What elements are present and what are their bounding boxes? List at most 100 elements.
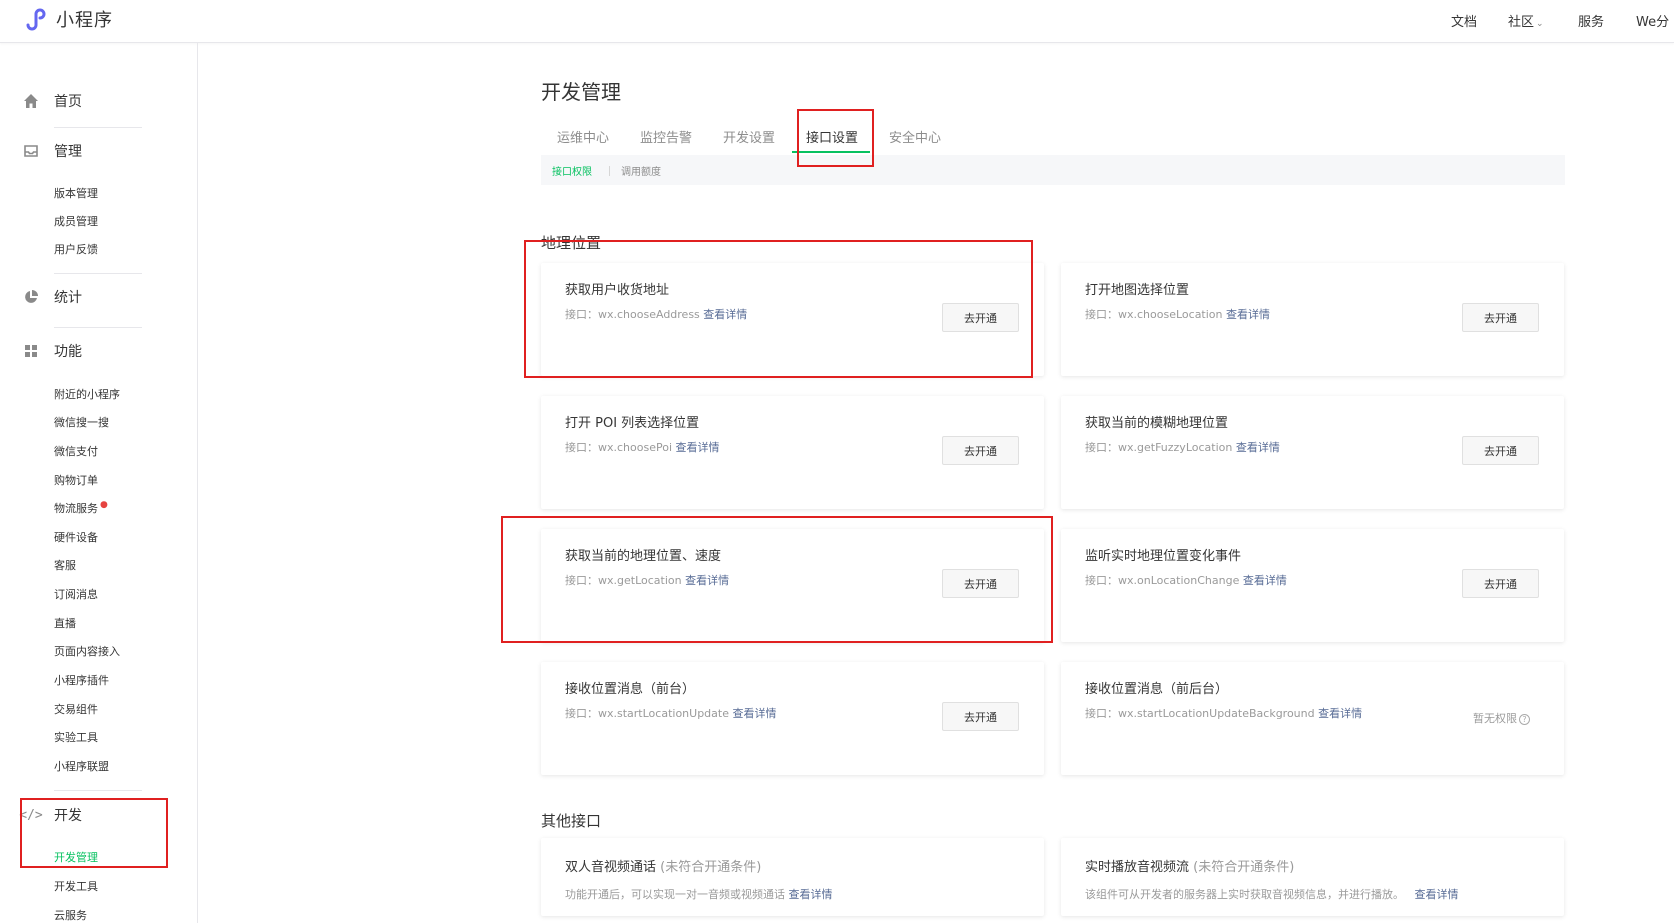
sidebar-item-customer-service[interactable]: 客服 — [54, 557, 76, 573]
sidebar-item-feedback[interactable]: 用户反馈 — [54, 241, 98, 257]
other-api-title: 实时播放音视频流 — [1085, 860, 1190, 875]
sidebar-divider — [54, 273, 142, 274]
nav-docs[interactable]: 文档 — [1451, 11, 1477, 30]
question-icon[interactable]: ? — [1519, 713, 1530, 725]
api-card-title: 打开 POI 列表选择位置 — [565, 416, 700, 431]
sidebar-label-dev: 开发 — [54, 808, 82, 824]
sidebar-item-page-content[interactable]: 页面内容接入 — [54, 643, 120, 659]
view-detail-link[interactable]: 查看详情 — [1415, 888, 1459, 901]
sidebar-divider — [54, 790, 142, 791]
chevron-down-icon: ⌄ — [1536, 19, 1544, 29]
nav-community[interactable]: 社区 ⌄ — [1508, 11, 1544, 30]
api-card: 打开 POI 列表选择位置 接口：wx.choosePoi 查看详情 去开通 — [541, 396, 1044, 509]
view-detail-link[interactable]: 查看详情 — [1318, 707, 1362, 720]
home-icon — [22, 92, 40, 110]
sidebar-item-trade[interactable]: 交易组件 — [54, 701, 98, 717]
open-api-button[interactable]: 去开通 — [942, 569, 1019, 598]
open-api-button[interactable]: 去开通 — [942, 436, 1019, 465]
sidebar-label-logistics: 物流服务 — [54, 502, 98, 515]
api-name: wx.chooseLocation — [1118, 308, 1223, 321]
view-detail-link[interactable]: 查看详情 — [676, 441, 720, 454]
view-detail-link[interactable]: 查看详情 — [703, 308, 747, 321]
api-name: wx.getFuzzyLocation — [1118, 441, 1233, 454]
open-api-button[interactable]: 去开通 — [1462, 569, 1539, 598]
sidebar-item-dev[interactable]: </> 开发 — [19, 805, 82, 825]
code-icon: </> — [19, 807, 43, 823]
api-card-sub: 接口：wx.chooseLocation 查看详情 — [1085, 306, 1270, 322]
subtab-separator — [609, 166, 610, 176]
api-card-sub: 接口：wx.getLocation 查看详情 — [565, 572, 729, 588]
sidebar-item-orders[interactable]: 购物订单 — [54, 472, 98, 488]
sidebar-label-stats: 统计 — [54, 290, 82, 306]
sidebar: 首页 管理 版本管理 成员管理 用户反馈 统计 功能 附近的小程序 微信搜一搜 … — [0, 43, 198, 923]
sidebar-item-search[interactable]: 微信搜一搜 — [54, 414, 109, 430]
view-detail-link[interactable]: 查看详情 — [685, 574, 729, 587]
inbox-icon — [22, 142, 40, 160]
api-name: wx.onLocationChange — [1118, 574, 1240, 587]
sidebar-item-logistics[interactable]: 物流服务 ● — [54, 500, 108, 516]
nav-community-label: 社区 — [1508, 15, 1535, 30]
view-detail-link[interactable]: 查看详情 — [733, 707, 777, 720]
sidebar-item-home[interactable]: 首页 — [22, 91, 82, 111]
sidebar-item-manage[interactable]: 管理 — [22, 141, 82, 161]
sidebar-item-version[interactable]: 版本管理 — [54, 185, 98, 201]
subtab-quota[interactable]: 调用额度 — [621, 163, 661, 178]
sidebar-item-hardware[interactable]: 硬件设备 — [54, 529, 98, 545]
api-card-title: 打开地图选择位置 — [1085, 283, 1190, 298]
nav-wepay[interactable]: We分 — [1636, 11, 1669, 30]
sidebar-item-lab[interactable]: 实验工具 — [54, 729, 98, 745]
api-prefix: 接口： — [565, 574, 598, 587]
open-api-button[interactable]: 去开通 — [1462, 303, 1539, 332]
subtab-api-permission[interactable]: 接口权限 — [552, 163, 592, 178]
tab-dev-settings[interactable]: 开发设置 — [723, 127, 775, 146]
other-api-note: (未符合开通条件) — [1193, 860, 1295, 875]
tab-ops[interactable]: 运维中心 — [557, 127, 609, 146]
sidebar-item-nearby[interactable]: 附近的小程序 — [54, 386, 120, 402]
api-name: wx.startLocationUpdate — [598, 707, 729, 720]
sidebar-item-alliance[interactable]: 小程序联盟 — [54, 758, 109, 774]
tab-monitor[interactable]: 监控告警 — [640, 127, 692, 146]
sidebar-label-features: 功能 — [54, 344, 82, 360]
open-api-button[interactable]: 去开通 — [942, 303, 1019, 332]
api-card: 获取当前的模糊地理位置 接口：wx.getFuzzyLocation 查看详情 … — [1061, 396, 1564, 509]
sidebar-item-plugins[interactable]: 小程序插件 — [54, 672, 109, 688]
sidebar-item-members[interactable]: 成员管理 — [54, 213, 98, 229]
active-tab-indicator — [792, 151, 870, 153]
other-api-card: 实时播放音视频流 (未符合开通条件) 该组件可从开发者的服务器上实时获取音视频信… — [1061, 838, 1564, 916]
sidebar-item-features[interactable]: 功能 — [22, 341, 82, 361]
pie-chart-icon — [22, 288, 40, 306]
tab-security[interactable]: 安全中心 — [889, 127, 941, 146]
api-card: 获取用户收货地址 接口：wx.chooseAddress 查看详情 去开通 — [541, 263, 1044, 376]
other-api-desc-text: 功能开通后，可以实现一对一音频或视频通话 — [565, 888, 785, 901]
other-api-note: (未符合开通条件) — [660, 860, 762, 875]
api-card-title: 接收位置消息（前后台） — [1085, 682, 1229, 697]
view-detail-link[interactable]: 查看详情 — [1226, 308, 1270, 321]
tab-api-settings[interactable]: 接口设置 — [806, 127, 858, 146]
no-permission-status: 暂无权限? — [1473, 710, 1530, 726]
view-detail-link[interactable]: 查看详情 — [789, 888, 833, 901]
nav-service[interactable]: 服务 — [1578, 11, 1604, 30]
sidebar-item-stats[interactable]: 统计 — [22, 287, 82, 307]
sidebar-divider — [54, 327, 142, 328]
other-api-card-title: 双人音视频通话 (未符合开通条件) — [565, 856, 761, 875]
other-api-card-title: 实时播放音视频流 (未符合开通条件) — [1085, 856, 1294, 875]
sidebar-item-cloud[interactable]: 云服务 — [54, 907, 87, 923]
view-detail-link[interactable]: 查看详情 — [1243, 574, 1287, 587]
api-prefix: 接口： — [565, 707, 598, 720]
api-prefix: 接口： — [1085, 308, 1118, 321]
api-card-title: 监听实时地理位置变化事件 — [1085, 549, 1242, 564]
open-api-button[interactable]: 去开通 — [942, 702, 1019, 731]
sidebar-item-dev-manage[interactable]: 开发管理 — [54, 849, 98, 865]
sidebar-item-live[interactable]: 直播 — [54, 615, 76, 631]
other-api-card: 双人音视频通话 (未符合开通条件) 功能开通后，可以实现一对一音频或视频通话 查… — [541, 838, 1044, 916]
api-card: 打开地图选择位置 接口：wx.chooseLocation 查看详情 去开通 — [1061, 263, 1564, 376]
sidebar-item-dev-tools[interactable]: 开发工具 — [54, 878, 98, 894]
sidebar-item-pay[interactable]: 微信支付 — [54, 443, 98, 459]
view-detail-link[interactable]: 查看详情 — [1236, 441, 1280, 454]
open-api-button[interactable]: 去开通 — [1462, 436, 1539, 465]
top-bar: 小程序 文档 社区 ⌄ 服务 We分 — [0, 0, 1674, 43]
logo[interactable]: 小程序 — [22, 5, 113, 33]
sidebar-item-subscribe[interactable]: 订阅消息 — [54, 586, 98, 602]
subtab-bar: 接口权限 调用额度 — [541, 155, 1565, 185]
sidebar-label-home: 首页 — [54, 94, 82, 110]
